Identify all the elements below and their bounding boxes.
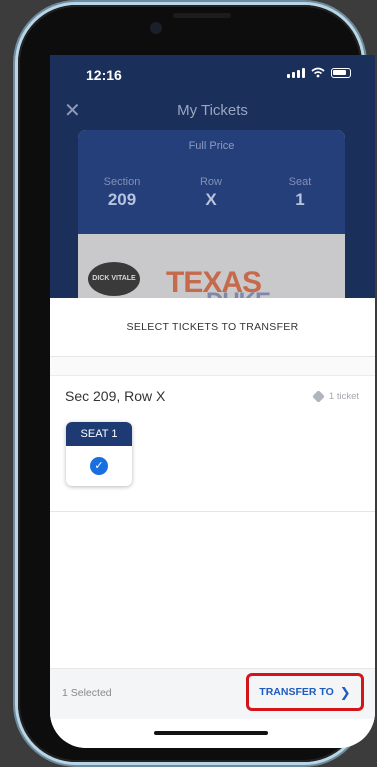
ticket-group-header: Sec 209, Row X 1 ticket (50, 384, 375, 412)
selected-count: 1 Selected (62, 687, 112, 699)
event-name-line2: DUKE (206, 288, 271, 298)
transfer-to-button[interactable]: TRANSFER TO ❯ (246, 673, 364, 711)
header-bar: ✕ My Tickets (50, 97, 375, 125)
page-title: My Tickets (177, 102, 248, 119)
seat-selector-card[interactable]: SEAT 1 ✓ (66, 422, 132, 486)
row-column: Row X (171, 176, 251, 210)
seat-value: 1 (295, 190, 305, 209)
phone-screen: 12:16 ✕ My Tickets Full Price Section 20… (50, 55, 375, 748)
volume-up-button (13, 215, 16, 267)
event-image: DICK VITALE TEXAS DUKE (78, 234, 345, 298)
checkmark-icon[interactable]: ✓ (90, 457, 108, 475)
section-label: Section (103, 176, 141, 188)
seat-label: Seat (288, 176, 312, 188)
sheet-title: SELECT TICKETS TO TRANSFER (50, 298, 375, 357)
ticket-icon (312, 390, 325, 403)
section-value: 209 (107, 190, 137, 209)
chevron-right-icon: ❯ (339, 684, 351, 700)
sheet-spacer (50, 357, 375, 376)
mute-switch (13, 157, 16, 185)
ticket-header: Full Price Section 209 Row X Seat 1 (78, 130, 345, 234)
battery-icon (331, 67, 351, 78)
price-type: Full Price (188, 140, 235, 152)
ticket-view-dimmed: 12:16 ✕ My Tickets Full Price Section 20… (50, 55, 375, 298)
row-label: Row (199, 176, 222, 188)
ticket-count: 1 ticket (312, 390, 359, 403)
transfer-sheet: SELECT TICKETS TO TRANSFER Sec 209, Row … (50, 298, 375, 748)
transfer-to-label: TRANSFER TO (259, 686, 334, 698)
stage: 12:16 ✕ My Tickets Full Price Section 20… (0, 0, 377, 767)
status-icons (287, 67, 351, 78)
earpiece-speaker (173, 13, 231, 18)
ticket-card: Full Price Section 209 Row X Seat 1 DICK… (78, 130, 345, 298)
status-time: 12:16 (86, 67, 122, 83)
seat-column: Seat 1 (260, 176, 340, 210)
signal-icon (287, 67, 305, 78)
wifi-icon (311, 67, 325, 78)
row-value: X (205, 190, 217, 209)
home-indicator[interactable] (154, 731, 268, 735)
ticket-count-label: 1 ticket (328, 391, 359, 402)
status-bar: 12:16 (50, 55, 375, 95)
section-column: Section 209 (82, 176, 162, 210)
sheet-footer: 1 Selected TRANSFER TO ❯ (50, 668, 375, 719)
divider (50, 511, 375, 512)
event-logo: DICK VITALE (88, 262, 140, 296)
seat-card-label: SEAT 1 (66, 422, 132, 446)
ticket-group-label: Sec 209, Row X (65, 388, 166, 404)
volume-down-button (13, 280, 16, 332)
front-camera (150, 22, 162, 34)
